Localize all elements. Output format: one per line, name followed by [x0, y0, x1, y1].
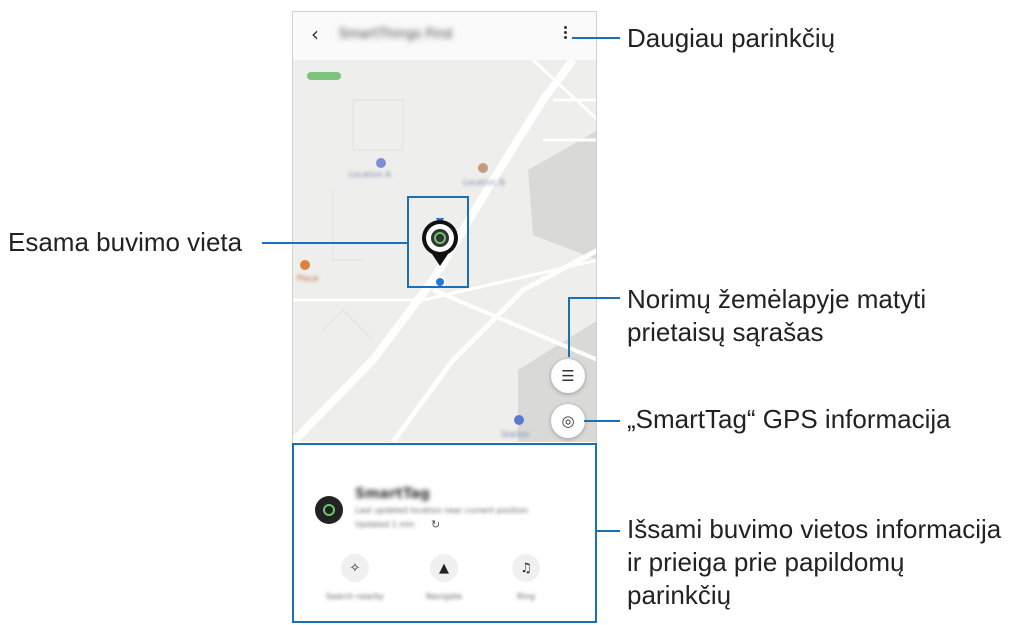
map-label: Location B [463, 178, 505, 187]
callout-details-3: parinkčių [627, 580, 732, 610]
callout-device-list-2: prietaisų sąrašas [627, 317, 824, 347]
app-title: SmartThings Find [339, 27, 453, 42]
callout-device-list-1: Norimų žemėlapyje matyti [627, 284, 927, 314]
callout-current-location: Esama buvimo vieta [8, 227, 243, 257]
pin-highlight-box [407, 196, 469, 288]
callout-gps-info: „SmartTag“ GPS informacija [627, 404, 951, 434]
chevron-left-icon[interactable]: ‹ [311, 24, 319, 44]
connector-line [262, 242, 407, 244]
map-label: Place [297, 274, 319, 283]
connector-line [584, 420, 620, 422]
map-label: Location A [349, 170, 391, 179]
more-vertical-icon[interactable] [563, 26, 569, 44]
callout-more-options: Daugiau parinkčių [627, 23, 836, 53]
callout-details-2: ir prieiga prie papildomų [627, 547, 905, 577]
connector-line [572, 37, 620, 39]
callout-details-1: Išsami buvimo vietos informacija [627, 514, 1002, 544]
details-highlight-box [292, 443, 597, 623]
map-label: Station [501, 430, 530, 439]
app-bar: ‹ SmartThings Find [293, 12, 596, 60]
connector-line [568, 297, 620, 299]
device-list-button[interactable]: ☰ [551, 359, 585, 393]
connector-line [568, 297, 570, 357]
gps-location-button[interactable]: ◎ [551, 404, 585, 438]
connector-line [597, 530, 620, 532]
